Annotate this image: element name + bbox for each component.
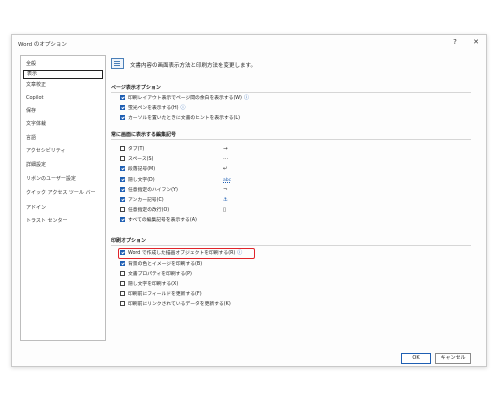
tab-mark-icon: → (223, 146, 228, 152)
nav-item-language[interactable]: 言語 (23, 134, 103, 143)
display-settings-icon (111, 58, 124, 69)
title-bar: Word のオプション ? ✕ (12, 35, 486, 53)
checkbox-unchecked[interactable] (120, 281, 125, 286)
paragraph-mark-icon: ↵ (223, 166, 228, 172)
option-show-whitespace[interactable]: 印刷レイアウト表示でページ間の余白を表示する(W) ⓘ (120, 95, 249, 102)
option-show-tooltips[interactable]: カーソルを置いたときに文書のヒントを表示する(L) (120, 115, 240, 122)
word-options-dialog: Word のオプション ? ✕ 全般 表示 文章校正 Copilot 保存 文字… (11, 34, 487, 367)
option-print-hidden-text[interactable]: 隠し文字を印刷する(X) (120, 281, 178, 288)
option-label: 印刷前にリンクされているデータを更新する(K) (128, 302, 231, 307)
checkbox-checked[interactable] (120, 166, 125, 171)
close-icon[interactable]: ✕ (471, 38, 481, 46)
option-optional-breaks[interactable]: 任意指定の改行(O) ▯ (120, 207, 226, 214)
option-label: Word で作成した描画オブジェクトを印刷する(R) (128, 251, 236, 256)
option-tab-characters[interactable]: タブ(T) → (120, 146, 228, 153)
nav-item-save[interactable]: 保存 (23, 107, 103, 116)
nav-item-proofing[interactable]: 文章校正 (23, 81, 103, 90)
checkbox-unchecked[interactable] (120, 156, 125, 161)
info-icon[interactable]: ⓘ (237, 250, 242, 257)
option-print-background[interactable]: 背景の色とイメージを印刷する(B) (120, 261, 202, 268)
cancel-button[interactable]: キャンセル (435, 353, 471, 364)
section-title-page-display: ページ表示オプション (111, 85, 161, 91)
nav-item-general[interactable]: 全般 (23, 60, 103, 69)
option-show-all-marks[interactable]: すべての編集記号を表示する(A) (120, 217, 197, 224)
checkbox-unchecked[interactable] (120, 291, 125, 296)
option-label: 任意指定の改行(O) (128, 208, 170, 213)
checkbox-checked[interactable] (120, 250, 125, 255)
nav-item-advanced[interactable]: 詳細設定 (23, 161, 103, 170)
ok-button[interactable]: OK (401, 353, 431, 364)
checkbox-unchecked[interactable] (120, 301, 125, 306)
option-label: 任意指定のハイフン(Y) (128, 188, 178, 193)
checkbox-unchecked[interactable] (120, 207, 125, 212)
option-label: アンカー記号(C) (128, 198, 164, 203)
option-label: 蛍光ペンを表示する(H) (128, 106, 179, 111)
section-divider (111, 139, 471, 140)
option-label: 印刷前にフィールドを更新する(F) (128, 292, 202, 297)
nav-item-customize-ribbon[interactable]: リボンのユーザー設定 (23, 175, 103, 184)
checkbox-unchecked[interactable] (120, 271, 125, 276)
option-label: 印刷レイアウト表示でページ間の余白を表示する(W) (128, 96, 242, 101)
option-optional-hyphens[interactable]: 任意指定のハイフン(Y) ¬ (120, 187, 228, 194)
hidden-text-mark-icon: abc (223, 178, 232, 183)
checkbox-checked[interactable] (120, 105, 125, 110)
nav-item-add-ins[interactable]: アドイン (23, 204, 103, 213)
option-label: 文書プロパティを印刷する(P) (128, 272, 192, 277)
checkbox-checked[interactable] (120, 115, 125, 120)
nav-item-copilot[interactable]: Copilot (23, 94, 103, 103)
nav-item-trust-center[interactable]: トラスト センター (23, 217, 103, 226)
checkbox-checked[interactable] (120, 217, 125, 222)
option-label: 隠し文字を印刷する(X) (128, 282, 179, 287)
nav-item-accessibility[interactable]: アクセシビリティ (23, 147, 103, 156)
option-hidden-text[interactable]: 隠し文字(D) abc (120, 177, 231, 184)
section-divider (111, 245, 471, 246)
option-label: 隠し文字(D) (128, 178, 155, 183)
option-label: 背景の色とイメージを印刷する(B) (128, 262, 203, 267)
option-label: 段落記号(M) (128, 167, 156, 172)
help-icon[interactable]: ? (450, 38, 460, 46)
option-object-anchors[interactable]: アンカー記号(C) ⚓ (120, 197, 228, 204)
nav-item-display[interactable]: 表示 (23, 70, 103, 79)
break-mark-icon: ▯ (223, 207, 227, 213)
dialog-title: Word のオプション (18, 42, 67, 48)
anchor-icon: ⚓ (223, 197, 228, 203)
info-icon[interactable]: ⓘ (244, 95, 249, 102)
info-icon[interactable]: ⓘ (181, 105, 186, 112)
option-update-linked-data[interactable]: 印刷前にリンクされているデータを更新する(K) (120, 301, 231, 308)
option-label: すべての編集記号を表示する(A) (128, 218, 197, 223)
display-options-panel: 文書内容の画面表示方法と印刷方法を変更します。 ページ表示オプション 印刷レイア… (109, 55, 481, 341)
panel-description: 文書内容の画面表示方法と印刷方法を変更します。 (130, 63, 256, 69)
option-spaces[interactable]: スペース(S) ··· (120, 156, 228, 163)
option-label: スペース(S) (128, 157, 154, 162)
checkbox-checked[interactable] (120, 197, 125, 202)
checkbox-checked[interactable] (120, 95, 125, 100)
option-show-highlighter[interactable]: 蛍光ペンを表示する(H) ⓘ (120, 105, 186, 112)
option-print-drawings[interactable]: Word で作成した描画オブジェクトを印刷する(R) ⓘ (120, 250, 242, 257)
options-category-list: 全般 表示 文章校正 Copilot 保存 文字体裁 言語 アクセシビリティ 詳… (20, 55, 106, 341)
checkbox-checked[interactable] (120, 261, 125, 266)
checkbox-checked[interactable] (120, 187, 125, 192)
option-label: タブ(T) (128, 147, 145, 152)
nav-item-quick-access-toolbar[interactable]: クイック アクセス ツール バー (23, 189, 103, 198)
hyphen-mark-icon: ¬ (223, 187, 228, 193)
option-update-fields[interactable]: 印刷前にフィールドを更新する(F) (120, 291, 202, 298)
nav-item-typography[interactable]: 文字体裁 (23, 120, 103, 129)
option-paragraph-marks[interactable]: 段落記号(M) ↵ (120, 166, 228, 173)
checkbox-unchecked[interactable] (120, 146, 125, 151)
checkbox-checked[interactable] (120, 177, 125, 182)
option-label: カーソルを置いたときに文書のヒントを表示する(L) (128, 116, 240, 121)
section-divider (111, 92, 471, 93)
space-mark-icon: ··· (223, 156, 229, 162)
section-title-print: 印刷オプション (111, 238, 147, 244)
option-print-properties[interactable]: 文書プロパティを印刷する(P) (120, 271, 192, 278)
section-title-formatting-marks: 常に画面に表示する編集記号 (111, 132, 177, 138)
